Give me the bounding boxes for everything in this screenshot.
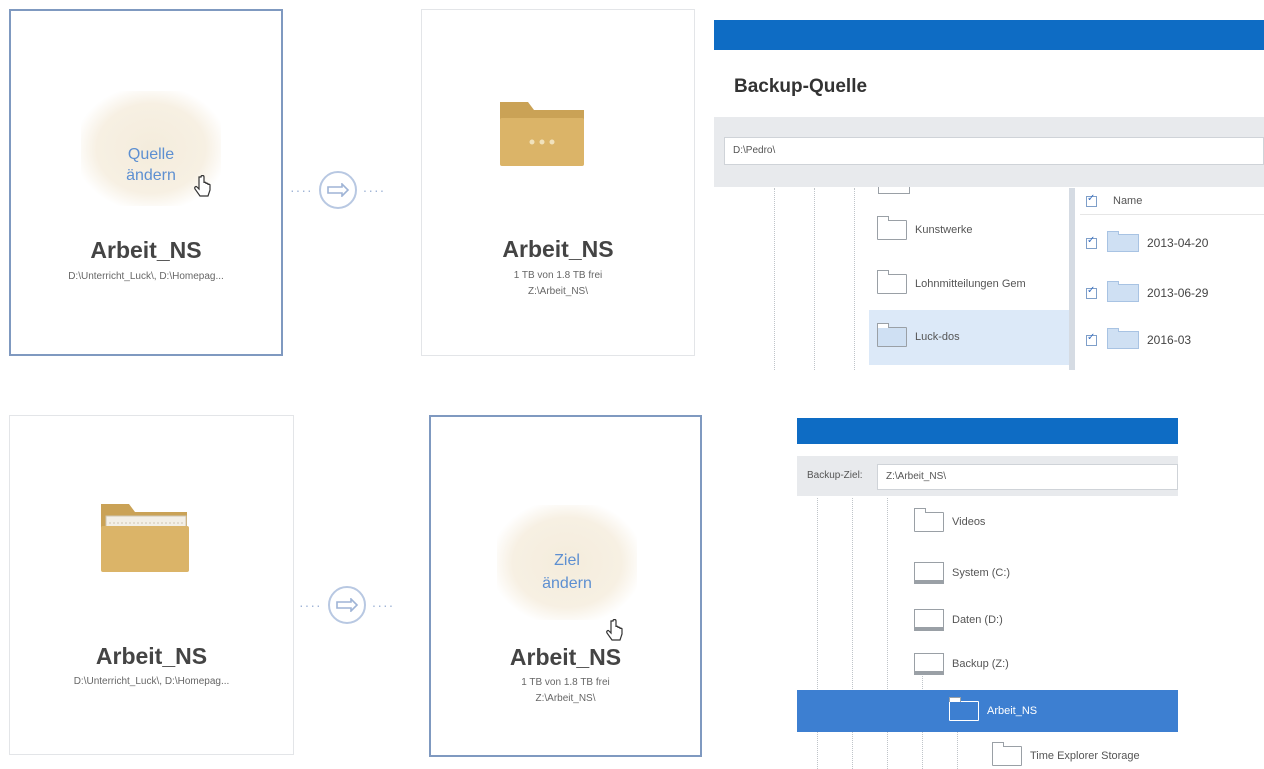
drive-icon [914, 609, 944, 631]
tree-item-arbeit-ns[interactable]: Arbeit_NS [797, 690, 1178, 732]
title-bar [797, 418, 1178, 444]
list-row[interactable]: 2013-04-20 [1080, 225, 1264, 261]
list-item-name: 2013-04-20 [1147, 236, 1209, 250]
destination-name: Arbeit_NS [509, 644, 622, 670]
destination-path: Z:\Arbeit_NS\ [535, 693, 596, 704]
change-destination-highlight[interactable]: Ziel ändern [497, 505, 637, 620]
backup-destination-panel: Backup-Ziel: Z:\Arbeit_NS\ Videos System… [797, 418, 1178, 769]
folder-icon [992, 742, 1022, 766]
arrow-right-icon [318, 171, 357, 209]
source-card-top[interactable]: Quelle ändern Arbeit_NS D:\Unterricht_Lu… [9, 9, 283, 356]
tree-item-label: Luck-dos [915, 331, 960, 343]
tree-item-label: Backup (Z:) [952, 658, 1009, 670]
row-checkbox[interactable] [1086, 332, 1097, 346]
hand-cursor-icon [194, 175, 211, 197]
list-item-name: 2016-03 [1147, 333, 1192, 347]
tree-item-backup-z[interactable]: Backup (Z:) [914, 653, 1009, 675]
folder-icon [1107, 231, 1139, 252]
list-row[interactable]: 2016-03 [1080, 322, 1264, 358]
folder-icon [500, 102, 584, 166]
tree-item-label: Videos [952, 516, 986, 528]
change-destination-label-2: ändern [542, 575, 592, 592]
source-path: D:\Unterricht_Luck\, D:\Homepag... [73, 676, 230, 687]
tree-item-kunstwerke[interactable]: Kunstwerke [877, 216, 973, 240]
source-name: Arbeit_NS [95, 643, 208, 669]
name-column-header[interactable]: Name [1113, 195, 1142, 207]
arrow-connector-top: ···· ···· [290, 171, 385, 209]
arrow-connector-bottom: ···· ···· [299, 586, 394, 624]
folder-icon [1107, 281, 1139, 302]
tree-item-videos[interactable]: Videos [914, 508, 986, 532]
splitter[interactable] [1069, 188, 1075, 370]
tree-item-label: Time Explorer Storage [1030, 750, 1140, 762]
select-all-checkbox[interactable] [1086, 193, 1097, 207]
tree-item-system-c[interactable]: System (C:) [914, 562, 1010, 584]
list-header-row: Name [1080, 188, 1264, 215]
tree-item-luck-dos[interactable]: Luck-dos [877, 323, 960, 347]
change-source-label-1: Quelle [127, 146, 175, 163]
list-row[interactable]: 2013-06-29 [1080, 275, 1264, 311]
source-name: Arbeit_NS [90, 237, 202, 263]
destination-path-input[interactable]: Z:\Arbeit_NS\ [877, 464, 1178, 490]
folder-open-icon [101, 504, 189, 572]
source-card-bottom[interactable]: Arbeit_NS D:\Unterricht_Luck\, D:\Homepa… [9, 415, 294, 755]
arrow-right-icon [327, 586, 366, 624]
destination-card-bottom[interactable]: Ziel ändern Arbeit_NS 1 TB von 1.8 TB fr… [429, 415, 702, 757]
source-path-input[interactable]: D:\Pedro\ [724, 137, 1264, 165]
tree-item-time-explorer-storage[interactable]: Time Explorer Storage [992, 742, 1140, 766]
change-source-highlight[interactable]: Quelle ändern [81, 91, 221, 206]
destination-name: Arbeit_NS [502, 236, 614, 262]
tree-item-lohnmitteilungen[interactable]: Lohnmitteilungen Gem [877, 270, 1026, 294]
hand-cursor-icon [606, 619, 623, 641]
tree-item-label: Arbeit_NS [987, 705, 1038, 717]
folder-icon [877, 323, 907, 347]
tree-item-label: Daten (D:) [952, 614, 1003, 626]
folder-icon [877, 270, 907, 294]
title-bar [714, 20, 1264, 50]
list-item-name: 2013-06-29 [1147, 286, 1209, 300]
tree-item-label: Kunstwerke [915, 224, 973, 236]
panel-title: Backup-Quelle [734, 76, 868, 97]
tree-item-label: System (C:) [952, 567, 1011, 579]
folder-icon [877, 216, 907, 240]
row-checkbox[interactable] [1086, 285, 1097, 299]
drive-icon [914, 562, 944, 584]
destination-capacity: 1 TB von 1.8 TB frei [521, 677, 610, 688]
row-checkbox[interactable] [1086, 235, 1097, 249]
folder-icon [914, 508, 944, 532]
folder-icon [949, 697, 979, 721]
change-destination-label-1: Ziel [554, 552, 580, 569]
tree-item-label: Lohnmitteilungen Gem [915, 278, 1026, 290]
drive-icon [914, 653, 944, 675]
destination-path: Z:\Arbeit_NS\ [527, 286, 589, 297]
destination-label: Backup-Ziel: [807, 470, 863, 481]
destination-card-top[interactable]: Arbeit_NS 1 TB von 1.8 TB frei Z:\Arbeit… [421, 9, 695, 356]
source-path: D:\Unterricht_Luck\, D:\Homepag... [68, 271, 224, 282]
tree-item-daten-d[interactable]: Daten (D:) [914, 609, 1003, 631]
folder-icon [1107, 328, 1139, 349]
backup-source-panel: Backup-Quelle D:\Pedro\ Kunstwerke Lohnm… [714, 20, 1264, 370]
destination-capacity: 1 TB von 1.8 TB frei [513, 270, 603, 281]
